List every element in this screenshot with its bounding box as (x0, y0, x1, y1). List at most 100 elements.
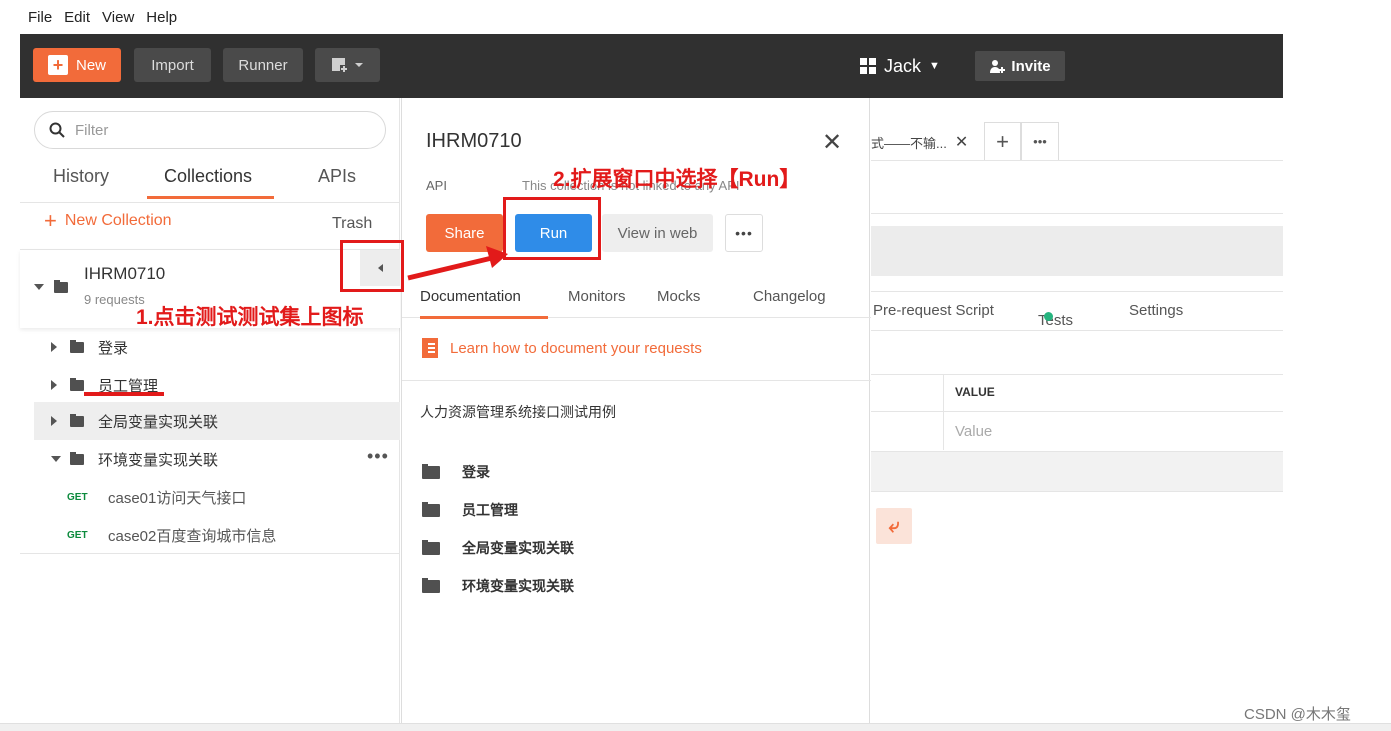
value-input[interactable]: Value (955, 423, 992, 440)
folder-icon (422, 501, 440, 517)
tab-monitors[interactable]: Monitors (568, 288, 626, 305)
annotation-underline (84, 392, 164, 396)
workspace-switcher[interactable]: Jack ▼ (860, 51, 940, 81)
invite-button[interactable]: Invite (975, 51, 1065, 81)
plus-icon: + (47, 55, 68, 75)
doc-folder-name: 登录 (462, 464, 490, 480)
tab-changelog[interactable]: Changelog (753, 288, 826, 305)
chevron-right-icon[interactable] (51, 342, 57, 352)
active-tab-indicator (147, 196, 274, 199)
request-item[interactable]: GET case02百度查询城市信息 (20, 516, 400, 554)
doc-folder-item[interactable]: 登录 (422, 462, 490, 482)
filter-input[interactable]: Filter (34, 111, 386, 149)
doc-folder-item[interactable]: 全局变量实现关联 (422, 538, 574, 558)
wrap-lines-icon[interactable]: ⤶ (876, 508, 912, 544)
tab-documentation[interactable]: Documentation (420, 288, 521, 305)
new-collection-label: New Collection (64, 212, 172, 229)
close-icon[interactable]: ✕ (955, 132, 968, 152)
sidebar-tabs: History Collections APIs (20, 160, 400, 202)
status-dot-icon (1044, 312, 1053, 321)
request-subtabs: Pre-request Script Tests Settings (871, 291, 1283, 331)
book-icon (422, 338, 438, 358)
folder-icon (70, 451, 84, 465)
menu-file[interactable]: File (28, 9, 52, 26)
folder-item[interactable]: 环境变量实现关联 ••• (20, 440, 400, 478)
folder-item[interactable]: 登录 (20, 328, 400, 366)
active-tab-indicator (420, 316, 548, 319)
collection-name: IHRM0710 (84, 264, 166, 283)
annotation-step1: 1.点击测试测试集上图标 (136, 306, 364, 329)
invite-label: Invite (1011, 57, 1051, 75)
close-icon[interactable]: ✕ (822, 128, 842, 157)
workspace-grid-icon (860, 58, 876, 74)
tab-collections[interactable]: Collections (164, 166, 252, 187)
filter-placeholder: Filter (75, 121, 109, 139)
new-window-dropdown-button[interactable] (315, 48, 380, 82)
annotation-box-run (503, 197, 601, 260)
annotation-box-expand (340, 240, 404, 292)
new-collection-button[interactable]: + New Collection (44, 208, 172, 233)
folder-name: 全局变量实现关联 (98, 413, 219, 431)
request-tab-label: 式——不输... (871, 135, 947, 151)
chevron-right-icon[interactable] (51, 416, 57, 426)
more-options-button[interactable]: ••• (725, 214, 763, 252)
workspace-name: Jack (884, 55, 922, 76)
menu-help[interactable]: Help (146, 9, 177, 26)
folder-icon (422, 539, 440, 555)
chevron-down-icon[interactable] (34, 284, 44, 290)
divider (20, 553, 400, 554)
new-window-icon (331, 58, 363, 73)
column-divider (943, 374, 944, 450)
tab-settings[interactable]: Settings (1129, 302, 1183, 319)
view-in-web-button[interactable]: View in web (602, 214, 713, 252)
method-badge: GET (67, 491, 88, 503)
toolbar: + New Import Runner Jack ▼ Invite (20, 34, 1283, 98)
tab-mocks[interactable]: Mocks (657, 288, 700, 305)
runner-button[interactable]: Runner (223, 48, 303, 82)
collection-icon (54, 280, 68, 293)
divider (871, 213, 1283, 214)
chevron-right-icon[interactable] (51, 380, 57, 390)
add-tab-button[interactable]: + (984, 122, 1021, 160)
annotation-step2: 2.扩展窗口中选择【Run】 (553, 168, 801, 191)
request-editor: 式——不输... ✕ + ••• Pre-request Script Test… (871, 98, 1283, 731)
trash-button[interactable]: Trash (332, 215, 372, 233)
learn-docs-link[interactable]: Learn how to document your requests (422, 338, 702, 358)
folder-icon (70, 377, 84, 391)
plus-icon: + (44, 208, 57, 233)
request-name: case02百度查询城市信息 (108, 527, 277, 545)
menu-view[interactable]: View (102, 9, 134, 26)
more-options-icon[interactable]: ••• (367, 447, 389, 465)
divider (871, 160, 1283, 161)
folder-icon (70, 413, 84, 427)
url-bar[interactable] (871, 226, 1283, 276)
learn-docs-label: Learn how to document your requests (450, 339, 702, 357)
request-name: case01访问天气接口 (108, 489, 247, 507)
tab-pre-request-script[interactable]: Pre-request Script (873, 302, 994, 319)
add-user-icon (990, 60, 1006, 73)
doc-folder-item[interactable]: 员工管理 (422, 500, 518, 520)
tab-history[interactable]: History (53, 166, 109, 187)
menu-edit[interactable]: Edit (64, 9, 90, 26)
value-column-header: VALUE (955, 385, 995, 399)
request-tab[interactable]: 式——不输... ✕ (871, 124, 981, 160)
tab-apis[interactable]: APIs (318, 166, 356, 187)
doc-folder-name: 环境变量实现关联 (462, 578, 574, 594)
method-badge: GET (67, 529, 88, 541)
more-tabs-button[interactable]: ••• (1021, 122, 1059, 160)
folder-item-selected[interactable]: 全局变量实现关联 (34, 402, 400, 440)
import-button[interactable]: Import (134, 48, 211, 82)
new-button-label: New (75, 56, 106, 74)
params-table-header (871, 374, 1283, 412)
chevron-down-icon[interactable] (51, 456, 61, 462)
divider (20, 202, 400, 203)
new-button[interactable]: + New (33, 48, 121, 82)
folder-item[interactable]: 员工管理 (20, 366, 400, 404)
doc-folder-item[interactable]: 环境变量实现关联 (422, 576, 574, 596)
folder-icon (422, 577, 440, 593)
folder-icon (70, 339, 84, 353)
sidebar: Filter History Collections APIs + New Co… (20, 98, 400, 731)
folder-icon (422, 463, 440, 479)
watermark: CSDN @木木玺 (1244, 706, 1351, 723)
request-item[interactable]: GET case01访问天气接口 (20, 478, 400, 516)
